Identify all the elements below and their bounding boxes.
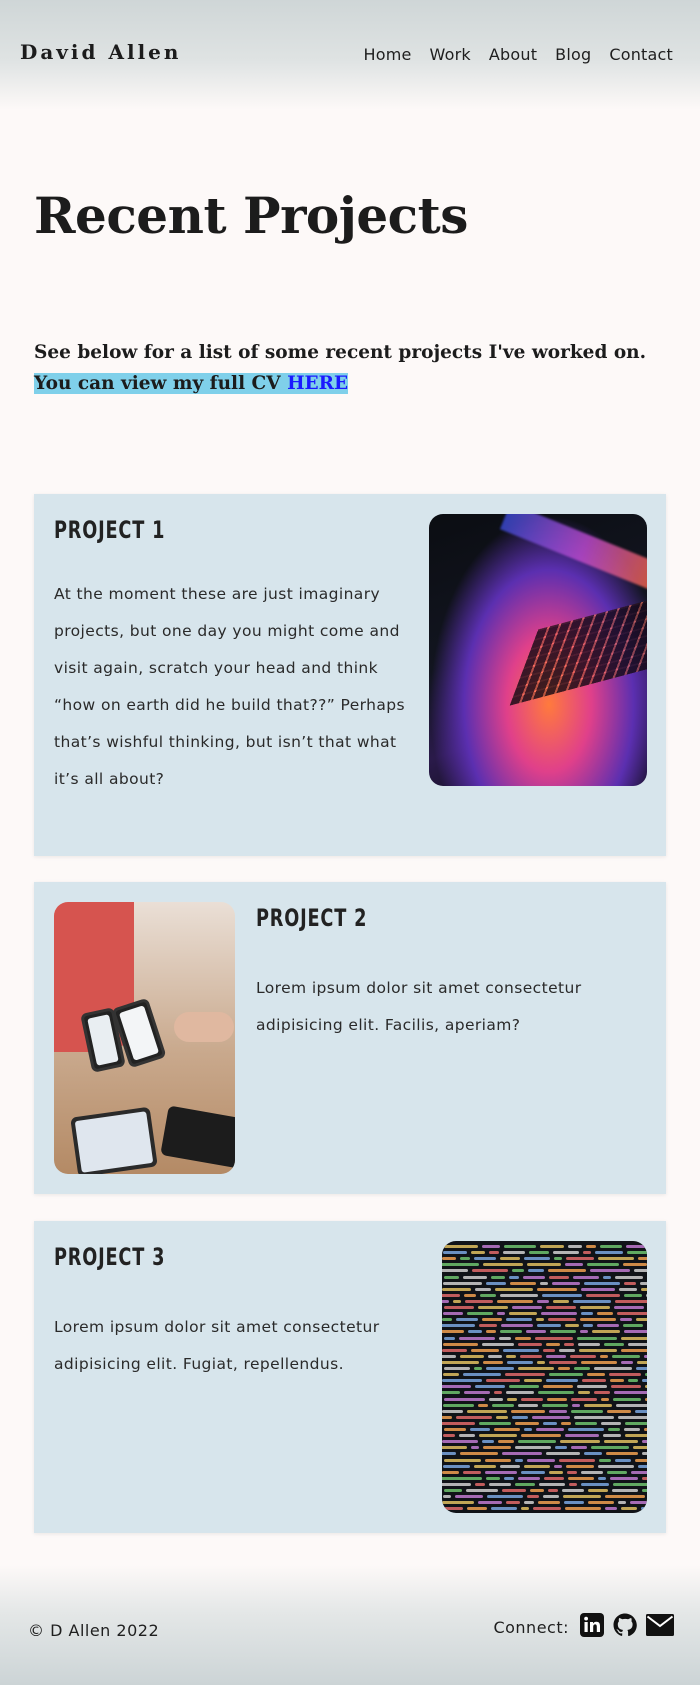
project-description: Lorem ipsum dolor sit amet consectetur a…: [256, 979, 582, 1034]
project-title: PROJECT 2: [256, 904, 368, 932]
email-icon[interactable]: [646, 1614, 674, 1640]
project-description: At the moment these are just imaginary p…: [54, 585, 406, 788]
connect-label: Connect:: [493, 1617, 569, 1637]
project-title: PROJECT 1: [54, 516, 166, 544]
cv-highlight: You can view my full CV HERE: [34, 373, 349, 394]
site-brand[interactable]: David Allen: [20, 40, 181, 64]
laptop-photo: [429, 514, 647, 786]
project-title: PROJECT 3: [54, 1243, 166, 1271]
project-description: Lorem ipsum dolor sit amet consectetur a…: [54, 1318, 380, 1373]
project-card-1: PROJECT 1 At the moment these are just i…: [34, 494, 666, 856]
intro-text: See below for a list of some recent proj…: [34, 337, 654, 399]
main-nav: Home Work About Blog Contact: [363, 45, 673, 64]
nav-blog[interactable]: Blog: [555, 45, 591, 64]
github-icon[interactable]: [613, 1613, 637, 1641]
linkedin-icon[interactable]: [580, 1613, 604, 1641]
site-header: David Allen Home Work About Blog Contact: [0, 0, 700, 110]
phones-photo: [54, 902, 235, 1174]
nav-home[interactable]: Home: [363, 45, 411, 64]
site-footer: © D Allen 2022 Connect:: [0, 1565, 700, 1685]
project-card-3: PROJECT 3 Lorem ipsum dolor sit amet con…: [34, 1221, 666, 1533]
project-card-2: PROJECT 2 Lorem ipsum dolor sit amet con…: [34, 882, 666, 1194]
intro-sentence: See below for a list of some recent proj…: [34, 342, 647, 363]
nav-work[interactable]: Work: [430, 45, 471, 64]
social-links: Connect:: [493, 1613, 674, 1641]
cv-highlight-text: You can view my full CV: [34, 373, 288, 394]
code-photo: [442, 1241, 647, 1513]
copyright: © D Allen 2022: [28, 1621, 160, 1640]
cv-link[interactable]: HERE: [287, 373, 348, 394]
nav-contact[interactable]: Contact: [609, 45, 673, 64]
nav-about[interactable]: About: [489, 45, 537, 64]
page-title: Recent Projects: [34, 186, 468, 245]
